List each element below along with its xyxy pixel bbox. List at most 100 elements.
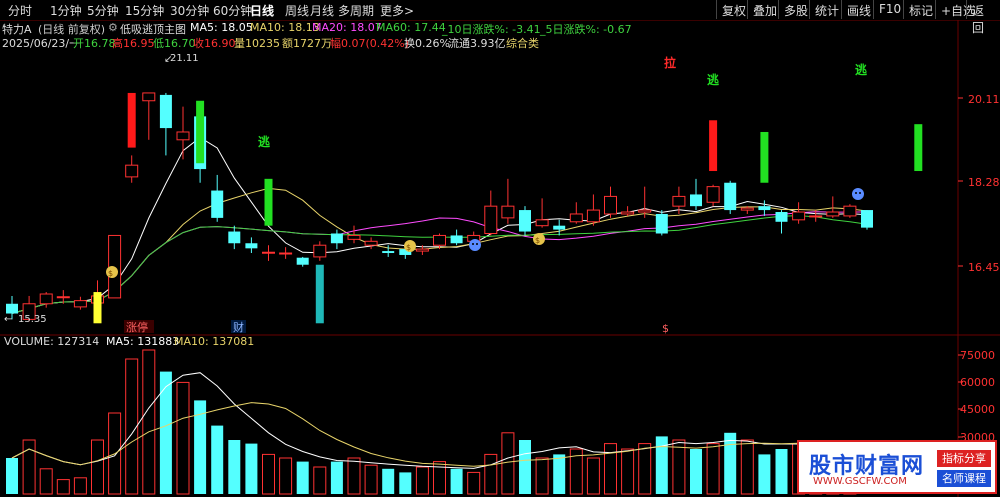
- back-button[interactable]: 返回: [966, 0, 1000, 35]
- candlestick: [501, 178, 515, 224]
- tab-daily[interactable]: 日线: [250, 2, 274, 19]
- candle-body: [706, 186, 720, 203]
- candlestick: [194, 112, 207, 183]
- candle-body: [364, 240, 378, 246]
- escape-signal-label: 逃: [258, 134, 271, 149]
- candle-body: [142, 92, 156, 102]
- tab-60min[interactable]: 60分钟: [213, 2, 252, 19]
- candle-body: [56, 296, 70, 299]
- multi-stock-button[interactable]: 多股: [778, 0, 813, 19]
- candlestick: [655, 210, 668, 236]
- candle-body: [108, 234, 122, 299]
- candlestick: [296, 256, 309, 267]
- volume-bar: [535, 457, 549, 495]
- price-axis-label: 16.45: [968, 261, 1000, 274]
- volume-bar: [553, 454, 566, 494]
- signal-bar: [760, 131, 769, 183]
- signal-bars: [93, 92, 923, 324]
- money-bag-icon: $: [106, 266, 118, 278]
- candlestick: [433, 233, 446, 250]
- ma5-value: MA5: 18.05: [190, 21, 253, 34]
- candle-body: [826, 211, 840, 217]
- volume-bar: [655, 436, 668, 494]
- volume-bar: [347, 457, 361, 495]
- candlestick: [758, 200, 771, 216]
- volume-ma10: MA10: 137081: [174, 335, 254, 348]
- volume-bar: [330, 461, 343, 494]
- volume-bar: [108, 412, 122, 495]
- candlestick: [211, 174, 224, 222]
- volume-bar: [91, 439, 104, 495]
- low-mark-label: 15.35: [18, 314, 47, 325]
- candlestick: [245, 237, 258, 254]
- escape-signal-label: 逃: [855, 62, 868, 77]
- open-value: 开16.78: [73, 37, 116, 50]
- candlestick: [279, 247, 293, 259]
- stats-button[interactable]: 统计: [809, 0, 844, 19]
- volume-bar: [56, 479, 70, 495]
- tab-weekly[interactable]: 周线: [285, 2, 309, 19]
- candlestick: [22, 295, 36, 322]
- candle-body: [347, 234, 361, 240]
- candlestick: [159, 92, 172, 156]
- watermark-logo: 股市财富网 WWW.GSCFW.COM 指标分享 名师课程: [797, 440, 997, 494]
- candlestick: [826, 196, 840, 218]
- close-value: 收16.90: [193, 37, 236, 50]
- tab-1min[interactable]: 1分钟: [50, 2, 82, 19]
- candle-body: [73, 300, 87, 308]
- chg5-value: _5日涨跌%: -0.67: [540, 23, 632, 36]
- price-axis-label: 20.11: [968, 93, 1000, 106]
- volume-bar: [22, 439, 36, 495]
- bar-date: 2025/06/23/一: [2, 37, 81, 50]
- candlestick: [809, 210, 823, 222]
- tab-more[interactable]: 更多>: [380, 2, 414, 19]
- volume-bar: [433, 461, 446, 495]
- price-axis-label: 18.28: [968, 176, 1000, 189]
- candle-body: [91, 295, 104, 304]
- candlestick: [672, 186, 686, 214]
- candle-body: [586, 209, 600, 223]
- volume-bar: [672, 439, 686, 495]
- volume-bar: [724, 432, 737, 494]
- tab-15min[interactable]: 15分钟: [125, 2, 164, 19]
- candle-body: [484, 205, 498, 234]
- candlestick: [724, 180, 737, 214]
- tab-5min[interactable]: 5分钟: [87, 2, 119, 19]
- finance-tag: 财: [233, 320, 244, 334]
- candle-body: [740, 207, 754, 211]
- tab-multi-period[interactable]: 多周期: [338, 2, 374, 19]
- mark-button[interactable]: 标记: [903, 0, 938, 19]
- price-chart[interactable]: 20.11 18.28 16.45 ↙ 21.11 ← 15.35 逃 逃 逃 …: [0, 0, 1000, 497]
- tab-monthly[interactable]: 月线: [310, 2, 334, 19]
- volume-bar: [621, 448, 635, 495]
- overlay-button[interactable]: 叠加: [747, 0, 782, 19]
- candle-body: [39, 293, 53, 305]
- candlestick: [73, 296, 87, 310]
- candlestick: [484, 190, 498, 236]
- signal-bar: [127, 92, 136, 148]
- volume-bar: [484, 453, 498, 495]
- candle-body: [861, 210, 873, 228]
- sector-value: 综合类: [506, 37, 539, 50]
- gear-icon[interactable]: ⚙: [108, 21, 118, 34]
- f10-button[interactable]: F10: [873, 0, 906, 19]
- candlestick: [142, 92, 156, 140]
- candle-body: [245, 243, 258, 249]
- face-icon: [469, 239, 481, 251]
- high-mark-label: 21.11: [170, 53, 199, 64]
- tab-30min[interactable]: 30分钟: [170, 2, 209, 19]
- candle-body: [638, 209, 652, 213]
- tab-minute[interactable]: 分时: [8, 2, 32, 19]
- fuquan-button[interactable]: 复权: [716, 0, 751, 19]
- ma60-line: [11, 215, 868, 314]
- volume-bar: [706, 443, 720, 495]
- candle-body: [775, 212, 788, 222]
- candlestick: [450, 229, 463, 246]
- signal-bar: [93, 292, 102, 324]
- volume-bar: [638, 443, 652, 495]
- draw-line-button[interactable]: 画线: [841, 0, 876, 19]
- candle-body: [809, 215, 823, 218]
- candle-body: [296, 257, 309, 265]
- candle-body: [553, 225, 566, 230]
- event-tag: $: [662, 322, 669, 335]
